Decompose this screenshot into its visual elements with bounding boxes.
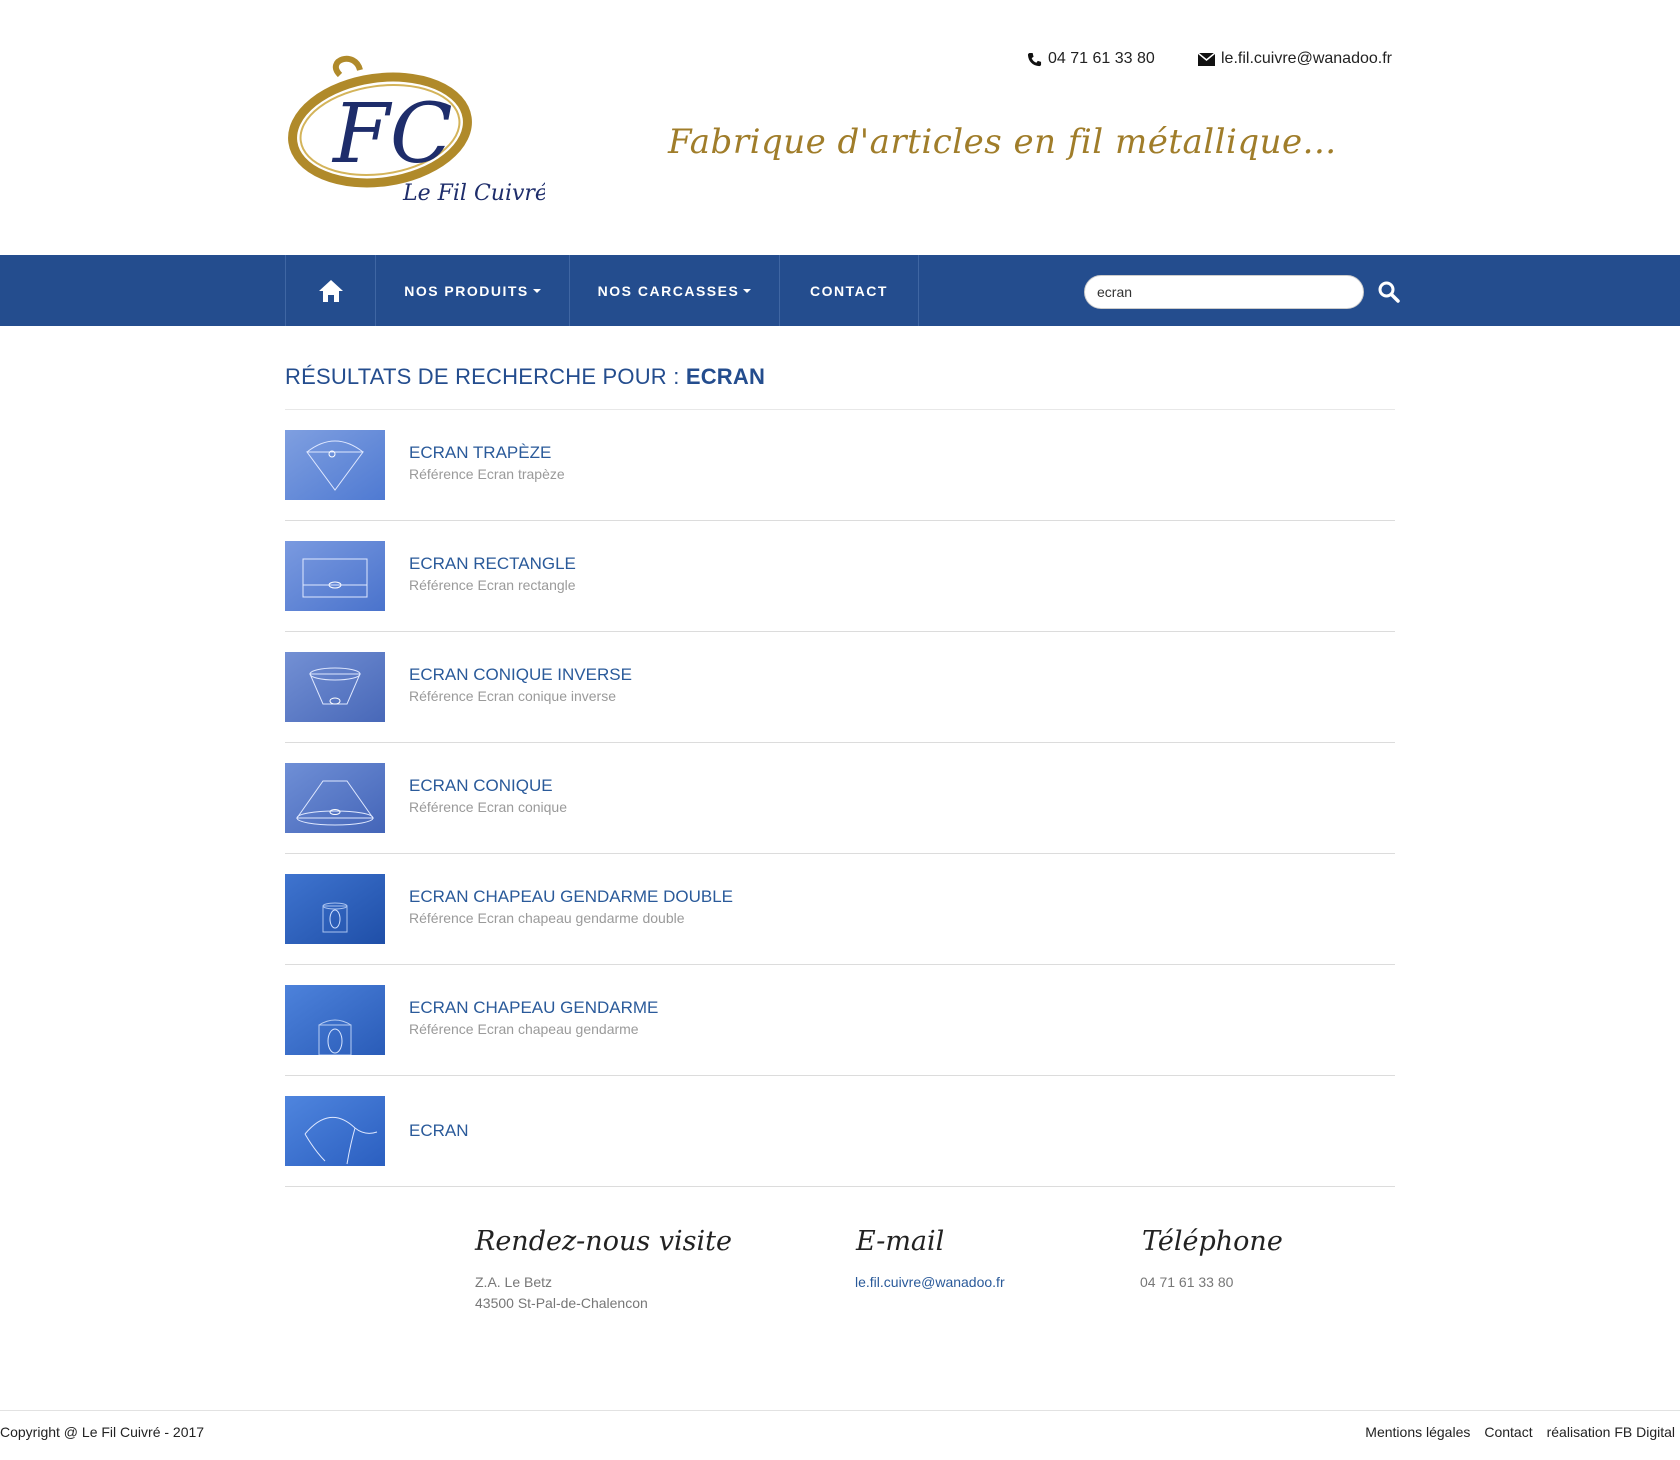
nav-nos-produits-label: NOS PRODUITS: [404, 282, 529, 299]
footer-visit-heading: Rendez-nous visite: [475, 1226, 732, 1257]
svg-text:Le Fil Cuivré: Le Fil Cuivré: [402, 181, 545, 206]
nav-nos-carcasses[interactable]: NOS CARCASSES: [569, 255, 779, 326]
result-title[interactable]: ECRAN CHAPEAU GENDARME: [409, 998, 658, 1018]
main-navbar: NOS PRODUITS NOS CARCASSES CONTACT: [0, 255, 1680, 326]
footer-email-link[interactable]: le.fil.cuivre@wanadoo.fr: [855, 1274, 1005, 1290]
chevron-down-icon: [532, 288, 541, 293]
footer-address-line1: Z.A. Le Betz: [475, 1274, 553, 1290]
product-thumbnail[interactable]: [285, 541, 385, 611]
svg-text:FC: FC: [331, 87, 453, 182]
search-input[interactable]: [1084, 275, 1364, 309]
footer-links: Mentions légales Contact réalisation FB …: [1365, 1424, 1675, 1440]
footer-email: le.fil.cuivre@wanadoo.fr: [855, 1272, 1005, 1293]
result-title[interactable]: ECRAN CONIQUE: [409, 776, 553, 796]
results-heading: RÉSULTATS DE RECHERCHE POUR : ECRAN: [285, 364, 765, 390]
home-icon: [318, 279, 343, 302]
nav-contact[interactable]: CONTACT: [779, 255, 919, 326]
result-reference: Référence Ecran chapeau gendarme: [409, 1021, 639, 1037]
nav-contact-label: CONTACT: [810, 282, 888, 299]
result-item: ECRAN: [285, 1076, 1395, 1187]
product-thumbnail[interactable]: [285, 1096, 385, 1166]
footer-address: Z.A. Le Betz 43500 St-Pal-de-Chalencon: [475, 1272, 648, 1314]
result-reference: Référence Ecran rectangle: [409, 577, 576, 593]
footer-address-line2: 43500 St-Pal-de-Chalencon: [475, 1295, 648, 1311]
result-item: ECRAN RECTANGLE Référence Ecran rectangl…: [285, 521, 1395, 632]
results-query: ECRAN: [685, 364, 766, 389]
result-title[interactable]: ECRAN TRAPÈZE: [409, 443, 551, 463]
result-reference: Référence Ecran chapeau gendarme double: [409, 910, 685, 926]
product-thumbnail[interactable]: [285, 763, 385, 833]
result-title[interactable]: ECRAN CHAPEAU GENDARME DOUBLE: [409, 887, 733, 907]
result-title[interactable]: ECRAN RECTANGLE: [409, 554, 576, 574]
header-phone-text: 04 71 61 33 80: [1048, 50, 1155, 67]
header-email[interactable]: le.fil.cuivre@wanadoo.fr: [1198, 50, 1392, 68]
result-item: ECRAN CHAPEAU GENDARME DOUBLE Référence …: [285, 854, 1395, 965]
result-item: ECRAN CHAPEAU GENDARME Référence Ecran c…: [285, 965, 1395, 1076]
nav-nos-produits[interactable]: NOS PRODUITS: [375, 255, 569, 326]
nav-nos-carcasses-label: NOS CARCASSES: [597, 282, 740, 299]
footer-phone-heading: Téléphone: [1142, 1226, 1283, 1257]
product-thumbnail[interactable]: [285, 985, 385, 1055]
copyright: Copyright @ Le Fil Cuivré - 2017: [0, 1424, 205, 1440]
header-phone[interactable]: 04 71 61 33 80: [1027, 50, 1155, 68]
result-item: ECRAN CONIQUE Référence Ecran conique: [285, 743, 1395, 854]
logo[interactable]: FC Le Fil Cuivré: [285, 50, 545, 210]
envelope-icon: [1198, 52, 1215, 66]
tagline: Fabrique d'articles en fil métallique...: [668, 122, 1337, 162]
result-item: ECRAN CONIQUE INVERSE Référence Ecran co…: [285, 632, 1395, 743]
link-realisation[interactable]: réalisation FB Digital: [1547, 1424, 1675, 1440]
header-email-text: le.fil.cuivre@wanadoo.fr: [1221, 50, 1392, 67]
chevron-down-icon: [743, 288, 752, 293]
search-icon[interactable]: [1376, 279, 1402, 305]
product-thumbnail[interactable]: [285, 652, 385, 722]
product-thumbnail[interactable]: [285, 430, 385, 500]
footer-email-heading: E-mail: [856, 1226, 945, 1257]
result-title[interactable]: ECRAN CONIQUE INVERSE: [409, 665, 632, 685]
phone-icon: [1027, 52, 1042, 66]
result-reference: Référence Ecran trapèze: [409, 466, 565, 482]
result-reference: Référence Ecran conique inverse: [409, 688, 617, 704]
link-contact[interactable]: Contact: [1484, 1424, 1532, 1440]
product-thumbnail[interactable]: [285, 874, 385, 944]
results-heading-prefix: RÉSULTATS DE RECHERCHE POUR :: [285, 364, 680, 389]
result-reference: Référence Ecran conique: [409, 799, 567, 815]
result-item: ECRAN TRAPÈZE Référence Ecran trapèze: [285, 410, 1395, 521]
nav-home[interactable]: [285, 255, 375, 326]
divider: [0, 1410, 1680, 1411]
result-title[interactable]: ECRAN: [409, 1121, 469, 1141]
footer-phone: 04 71 61 33 80: [1140, 1274, 1234, 1290]
link-mentions-legales[interactable]: Mentions légales: [1365, 1424, 1470, 1440]
